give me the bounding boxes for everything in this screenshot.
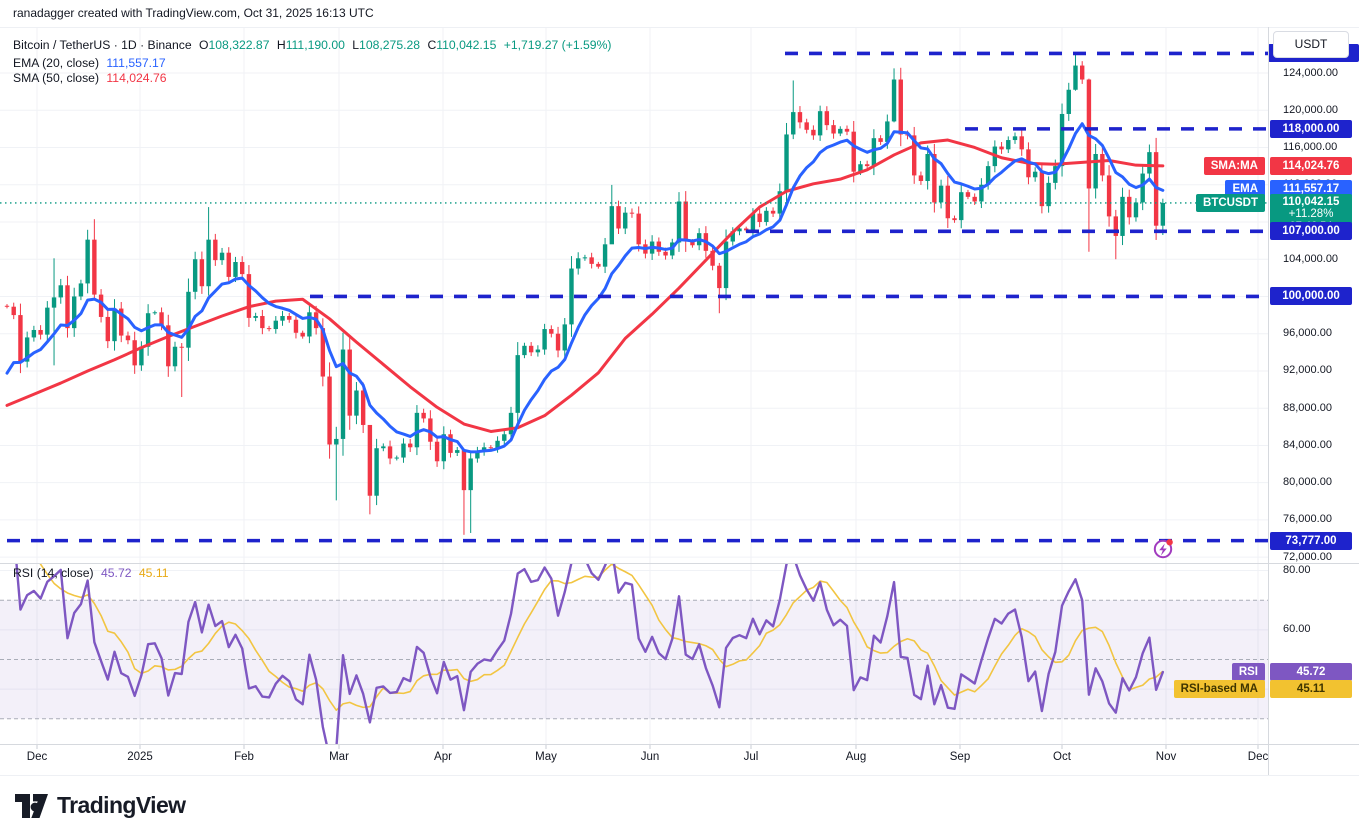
- time-axis-month-label: Sep: [950, 751, 970, 763]
- price-axis-tick: 80,000.00: [1283, 476, 1332, 488]
- price-axis-border: [1268, 27, 1269, 775]
- pane-separator[interactable]: [0, 563, 1359, 564]
- tradingview-logo-text: TradingView: [57, 792, 185, 819]
- time-axis-month-label: Mar: [329, 751, 349, 763]
- sma-label: SMA (50, close): [13, 71, 99, 85]
- price-axis-tick: 92,000.00: [1283, 364, 1332, 376]
- sma-value: 114,024.76: [106, 71, 166, 85]
- level-axis-badge: 118,000.00: [1270, 120, 1352, 138]
- level-axis-badge: 107,000.00: [1270, 222, 1352, 240]
- tradingview-logo-link[interactable]: TradingView: [13, 785, 185, 825]
- price-axis-tick: 120,000.00: [1283, 104, 1338, 116]
- rsi-ma-axis-value-badge: 45.11: [1270, 680, 1352, 698]
- price-axis-tick: 88,000.00: [1283, 402, 1332, 414]
- time-axis-month-label: Dec: [27, 751, 47, 763]
- change-value: +1,719.27 (+1.59%): [504, 38, 612, 52]
- chart-canvas[interactable]: [0, 0, 1359, 833]
- high-key: H: [277, 38, 286, 52]
- rsi-label: RSI (14, close): [13, 566, 94, 580]
- price-axis-tick: 116,000.00: [1283, 141, 1337, 153]
- time-axis-month-label: Oct: [1053, 751, 1071, 763]
- rsi-legend-row: RSI (14, close) 45.72 45.11: [13, 566, 172, 580]
- time-axis[interactable]: Dec 2025 Feb Mar Apr May Jun Jul Aug Sep Oct Nov Dec: [0, 744, 1268, 775]
- open-value: 108,322.87: [208, 38, 269, 52]
- sma-line-tag-badge: SMA:MA: [1204, 157, 1265, 175]
- time-axis-month-label: May: [535, 751, 557, 763]
- flash-idea-icon[interactable]: [1155, 539, 1173, 557]
- level-axis-badge: 73,777.00: [1270, 532, 1352, 550]
- high-value: 111,190.00: [286, 38, 345, 52]
- level-axis-badge: 100,000.00: [1270, 287, 1352, 305]
- time-axis-month-label: Jun: [641, 751, 660, 763]
- price-axis-tick: 124,000.00: [1283, 67, 1338, 79]
- rsi-axis-value-badge: 45.72: [1270, 663, 1352, 681]
- change-percent-value: +11.28%: [1270, 208, 1352, 220]
- rsi-axis-tick: 60.00: [1283, 623, 1311, 635]
- price-axis-tick: 104,000.00: [1283, 253, 1338, 265]
- price-axis-tick: 72,000.00: [1283, 551, 1332, 563]
- currency-toggle-button[interactable]: USDT: [1273, 31, 1349, 58]
- symbol-title: Bitcoin / TetherUS · 1D · Binance: [13, 38, 192, 52]
- rsi-ma-tag-badge: RSI-based MA: [1174, 680, 1265, 698]
- low-value: 108,275.28: [359, 38, 420, 52]
- close-value: 110,042.15: [436, 38, 496, 52]
- current-price-value: 110,042.15: [1270, 196, 1352, 208]
- time-axis-month-label: Jul: [744, 751, 759, 763]
- footer-separator: [0, 775, 1359, 776]
- time-axis-month-label: Nov: [1156, 751, 1176, 763]
- price-axis-tick: 84,000.00: [1283, 439, 1332, 451]
- attribution-text: ranadagger created with TradingView.com,…: [13, 6, 374, 20]
- time-axis-month-label: Dec: [1248, 751, 1268, 763]
- time-axis-month-label: Apr: [434, 751, 452, 763]
- close-key: C: [427, 38, 436, 52]
- candles: [5, 53, 1165, 535]
- sma-axis-value-badge: 114,024.76: [1270, 157, 1352, 175]
- ema-legend-row: EMA (20, close) 111,557.17: [13, 56, 170, 70]
- symbol-tag-badge: BTCUSDT: [1196, 194, 1265, 212]
- header-separator: [0, 27, 1359, 28]
- price-axis-tick: 96,000.00: [1283, 327, 1332, 339]
- ema-label: EMA (20, close): [13, 56, 99, 70]
- rsi-value: 45.72: [101, 566, 132, 580]
- price-axis-tick: 76,000.00: [1283, 513, 1332, 525]
- tradingview-published-chart: ranadagger created with TradingView.com,…: [0, 0, 1359, 833]
- tradingview-logo-icon: [13, 788, 50, 822]
- sma-legend-row: SMA (50, close) 114,024.76: [13, 71, 171, 85]
- rsi-ma-value: 45.11: [139, 566, 169, 580]
- symbol-legend-row: Bitcoin / TetherUS · 1D · Binance O108,3…: [13, 38, 615, 52]
- rsi-axis-tick: 80.00: [1283, 564, 1311, 576]
- time-axis-month-label: Aug: [846, 751, 866, 763]
- time-axis-month-label: Feb: [234, 751, 254, 763]
- time-axis-month-label: 2025: [127, 751, 153, 763]
- ema-value: 111,557.17: [106, 56, 165, 70]
- rsi-tag-badge: RSI: [1232, 663, 1265, 681]
